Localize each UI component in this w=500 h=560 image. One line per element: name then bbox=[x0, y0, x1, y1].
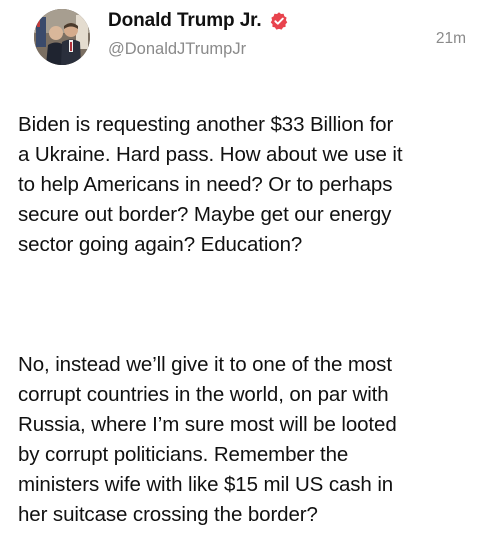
post-timestamp: 21m bbox=[435, 30, 466, 47]
post-card: Donald Trump Jr. @DonaldJTrumpJr 21m Bid… bbox=[0, 0, 500, 526]
author-name-row: Donald Trump Jr. bbox=[108, 10, 289, 32]
avatar[interactable] bbox=[34, 9, 90, 65]
verified-check-icon bbox=[269, 11, 289, 31]
post-paragraph-1: Biden is requesting another $33 Billion … bbox=[18, 113, 403, 256]
author-display-name[interactable]: Donald Trump Jr. bbox=[108, 10, 262, 32]
author-handle[interactable]: @DonaldJTrumpJr bbox=[108, 40, 246, 59]
post-paragraph-2: No, instead we’ll give it to one of the … bbox=[18, 353, 397, 526]
post-body: Biden is requesting another $33 Billion … bbox=[18, 80, 488, 560]
post-header: Donald Trump Jr. @DonaldJTrumpJr 21m bbox=[16, 0, 484, 78]
avatar-image bbox=[34, 9, 90, 65]
